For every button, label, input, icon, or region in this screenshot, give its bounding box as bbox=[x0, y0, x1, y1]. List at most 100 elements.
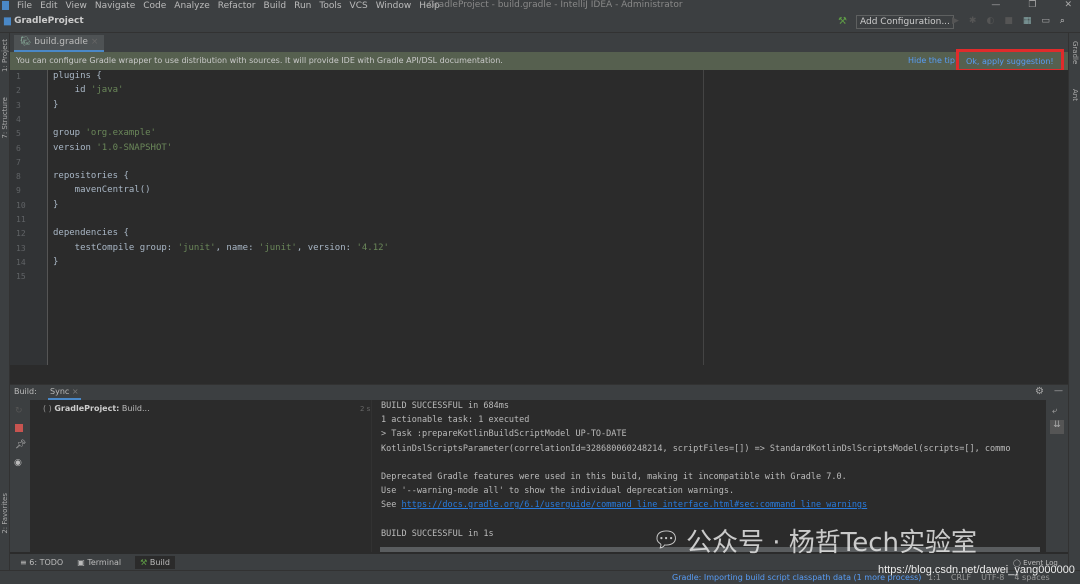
code-token: plugins { bbox=[53, 71, 102, 81]
search-icon[interactable]: ⌕ bbox=[1060, 16, 1065, 26]
line-number: 13 bbox=[16, 243, 26, 253]
menu-run[interactable]: Run bbox=[294, 1, 311, 11]
settings-gear-icon[interactable]: ⚙ bbox=[1035, 386, 1044, 397]
structure-tool-button[interactable]: 7: Structure bbox=[1, 97, 9, 139]
menu-analyze[interactable]: Analyze bbox=[174, 1, 209, 11]
code-line: testCompile group: 'junit', name: 'junit… bbox=[53, 243, 389, 253]
close-button[interactable]: ✕ bbox=[1064, 0, 1072, 10]
hide-tip-link[interactable]: Hide the tip bbox=[908, 56, 955, 65]
deprecation-docs-link[interactable]: https://docs.gradle.org/6.1/userguide/co… bbox=[401, 500, 867, 510]
string-literal: 'org.example' bbox=[85, 128, 156, 139]
right-margin-guide bbox=[703, 70, 704, 365]
window-controls: — ❐ ✕ bbox=[991, 0, 1072, 10]
build-toolbar: ↻ 📌︎ ◉ bbox=[10, 400, 30, 552]
build-hammer-icon[interactable]: ⚒ bbox=[838, 16, 847, 27]
build-label: Build: bbox=[14, 387, 37, 396]
sync-close-icon[interactable]: × bbox=[72, 387, 79, 396]
menu-vcs[interactable]: VCS bbox=[350, 1, 368, 11]
menu-view[interactable]: View bbox=[66, 1, 87, 11]
code-line: id 'java' bbox=[53, 85, 124, 96]
hammer-icon: ⚒ bbox=[140, 557, 150, 567]
code-token: dependencies { bbox=[53, 228, 129, 239]
code-token: , version: bbox=[296, 242, 357, 253]
ant-tool-button[interactable]: Ant bbox=[1071, 89, 1079, 101]
soft-wrap-icon[interactable]: ⤶ bbox=[1052, 406, 1057, 416]
see-text: See bbox=[381, 500, 402, 510]
view-options-icon[interactable]: ◉ bbox=[14, 458, 22, 468]
menu-window[interactable]: Window bbox=[376, 1, 412, 11]
menu-file[interactable]: File bbox=[17, 1, 32, 11]
rerun-icon[interactable]: ↻ bbox=[15, 406, 23, 416]
line-number: 2 bbox=[16, 86, 21, 96]
project-tool-button[interactable]: 1: Project bbox=[1, 39, 9, 72]
tree-item-gradleproject[interactable]: ( ) GradleProject: Build... bbox=[43, 404, 150, 413]
terminal-label: Terminal bbox=[87, 557, 122, 567]
favorites-tool-button[interactable]: 2: Favorites bbox=[1, 493, 9, 534]
menu-code[interactable]: Code bbox=[143, 1, 166, 11]
watermark: 💬︎ 公众号 · 杨哲Tech实验室 bbox=[652, 522, 977, 559]
code-token: , name: bbox=[215, 242, 259, 253]
watermark-text: 公众号 · 杨哲Tech实验室 bbox=[685, 528, 977, 558]
pin-icon[interactable]: 📌︎ bbox=[15, 440, 26, 450]
apply-suggestion-link[interactable]: Ok, apply suggestion! bbox=[956, 49, 1064, 72]
string-literal: '4.12' bbox=[356, 242, 389, 253]
console-see-line: See https://docs.gradle.org/6.1/userguid… bbox=[381, 500, 867, 510]
line-number: 1 bbox=[16, 72, 21, 81]
watermark-url: https://blog.csdn.net/dawei_yang000000 bbox=[878, 564, 1075, 576]
string-literal: 'junit' bbox=[258, 242, 297, 253]
code-editor[interactable] bbox=[48, 70, 1068, 365]
tool-tab-build[interactable]: ⚒ Build bbox=[135, 555, 175, 569]
console-line: 1 actionable task: 1 executed bbox=[381, 415, 530, 426]
menu-build[interactable]: Build bbox=[264, 1, 287, 11]
tab-build-gradle[interactable]: 🐘︎ build.gradle × bbox=[14, 35, 105, 52]
right-tool-strip: Gradle Ant bbox=[1068, 33, 1080, 570]
terminal-icon[interactable]: ▭ bbox=[1041, 16, 1050, 26]
sync-label: Sync bbox=[50, 387, 70, 396]
maximize-button[interactable]: ❐ bbox=[1028, 0, 1036, 10]
add-configuration-button[interactable]: Add Configuration... bbox=[856, 15, 954, 29]
code-line: group 'org.example' bbox=[53, 128, 156, 138]
code-token: testCompile group: bbox=[53, 242, 178, 253]
hide-panel-icon[interactable]: — bbox=[1054, 386, 1063, 396]
tree-item-status: Build... bbox=[119, 404, 150, 413]
code-line: repositories { bbox=[53, 171, 129, 181]
run-icon[interactable]: ▶ bbox=[952, 16, 959, 26]
tab-label: build.gradle bbox=[34, 37, 88, 47]
code-line: mavenCentral() bbox=[53, 185, 151, 195]
minimize-button[interactable]: — bbox=[991, 0, 1000, 10]
coverage-icon[interactable]: ◐ bbox=[986, 16, 994, 26]
menu-tools[interactable]: Tools bbox=[319, 1, 341, 11]
code-token: } bbox=[53, 99, 59, 110]
gradle-tool-button[interactable]: Gradle bbox=[1071, 41, 1079, 64]
terminal-icon: ▣ bbox=[77, 557, 88, 567]
code-line: plugins { bbox=[53, 71, 102, 81]
todo-label: 6: TODO bbox=[29, 557, 64, 567]
build-tree: ( ) GradleProject: Build... 2 s bbox=[30, 400, 372, 552]
tool-tab-todo[interactable]: ≡ 6: TODO bbox=[20, 558, 63, 567]
stop-icon[interactable]: ■ bbox=[1004, 16, 1013, 26]
left-tool-strip: 1: Project 7: Structure 2: Favorites bbox=[0, 33, 10, 570]
project-structure-icon[interactable]: ▦ bbox=[1023, 16, 1032, 26]
line-number: 5 bbox=[16, 129, 21, 139]
debug-icon[interactable]: ✱ bbox=[969, 16, 977, 26]
tab-close-icon[interactable]: × bbox=[91, 37, 99, 47]
window-title: GradleProject - build.gradle - IntelliJ … bbox=[428, 0, 683, 10]
console-line: Use '--warning-mode all' to show the ind… bbox=[381, 486, 735, 497]
menu-refactor[interactable]: Refactor bbox=[218, 1, 256, 11]
scroll-to-end-icon[interactable]: ⇊ bbox=[1050, 420, 1064, 434]
console-line: BUILD SUCCESSFUL in 1s bbox=[381, 528, 494, 539]
stop-icon[interactable] bbox=[15, 424, 23, 432]
tool-tab-terminal[interactable]: ▣ Terminal bbox=[77, 558, 121, 567]
line-number: 15 bbox=[16, 272, 26, 282]
menu-edit[interactable]: Edit bbox=[40, 1, 57, 11]
code-line: } bbox=[53, 200, 58, 210]
line-number: 4 bbox=[16, 114, 21, 124]
code-token: id bbox=[53, 85, 91, 96]
folder-icon: ▆ bbox=[4, 16, 15, 26]
line-number: 14 bbox=[16, 257, 26, 267]
tree-item-time: 2 s bbox=[360, 405, 371, 413]
build-tool-window-header bbox=[10, 384, 1068, 400]
menu-navigate[interactable]: Navigate bbox=[95, 1, 135, 11]
tab-sync[interactable]: Sync × bbox=[48, 385, 81, 400]
breadcrumb-project[interactable]: ▆ GradleProject bbox=[4, 16, 84, 26]
